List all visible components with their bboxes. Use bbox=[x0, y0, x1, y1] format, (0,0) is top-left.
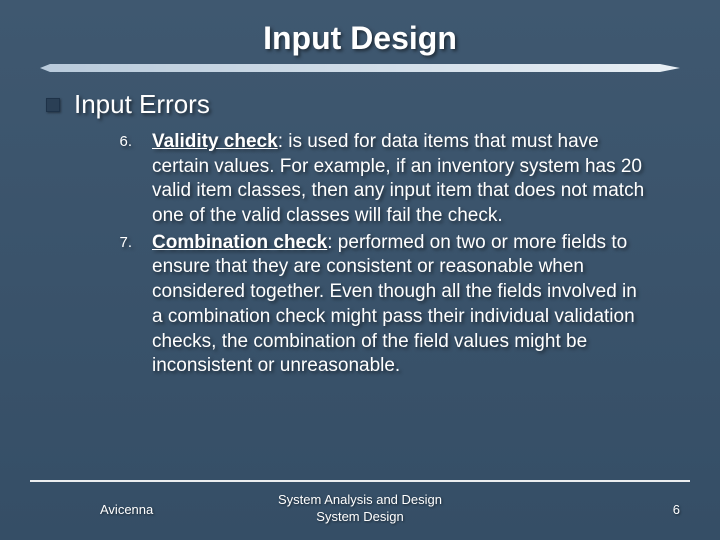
list-item: 7. Combination check: performed on two o… bbox=[112, 231, 650, 379]
item-body: Validity check: is used for data items t… bbox=[152, 130, 650, 229]
bullet-square-icon bbox=[46, 98, 60, 112]
title-underline-arrow bbox=[40, 63, 680, 73]
slide-subtitle: Input Errors bbox=[74, 89, 210, 120]
footer-course-line2: System Design bbox=[248, 509, 472, 526]
item-number: 7. bbox=[112, 231, 132, 379]
item-body: Combination check: performed on two or m… bbox=[152, 231, 650, 379]
item-text: : performed on two or more fields to ens… bbox=[152, 232, 637, 376]
item-number: 6. bbox=[112, 130, 132, 229]
item-term: Combination check bbox=[152, 232, 327, 253]
footer-author: Avicenna bbox=[30, 502, 248, 517]
footer-page-number: 6 bbox=[472, 502, 690, 517]
item-term: Validity check bbox=[152, 131, 278, 152]
item-list: 6. Validity check: is used for data item… bbox=[112, 130, 650, 480]
slide: Input Design Input Errors 6. Validity ch… bbox=[0, 0, 720, 540]
subtitle-row: Input Errors bbox=[46, 89, 680, 120]
slide-title: Input Design bbox=[40, 20, 680, 57]
list-item: 6. Validity check: is used for data item… bbox=[112, 130, 650, 229]
footer-course: System Analysis and Design System Design bbox=[248, 492, 472, 526]
footer: Avicenna System Analysis and Design Syst… bbox=[30, 480, 690, 540]
footer-course-line1: System Analysis and Design bbox=[248, 492, 472, 509]
